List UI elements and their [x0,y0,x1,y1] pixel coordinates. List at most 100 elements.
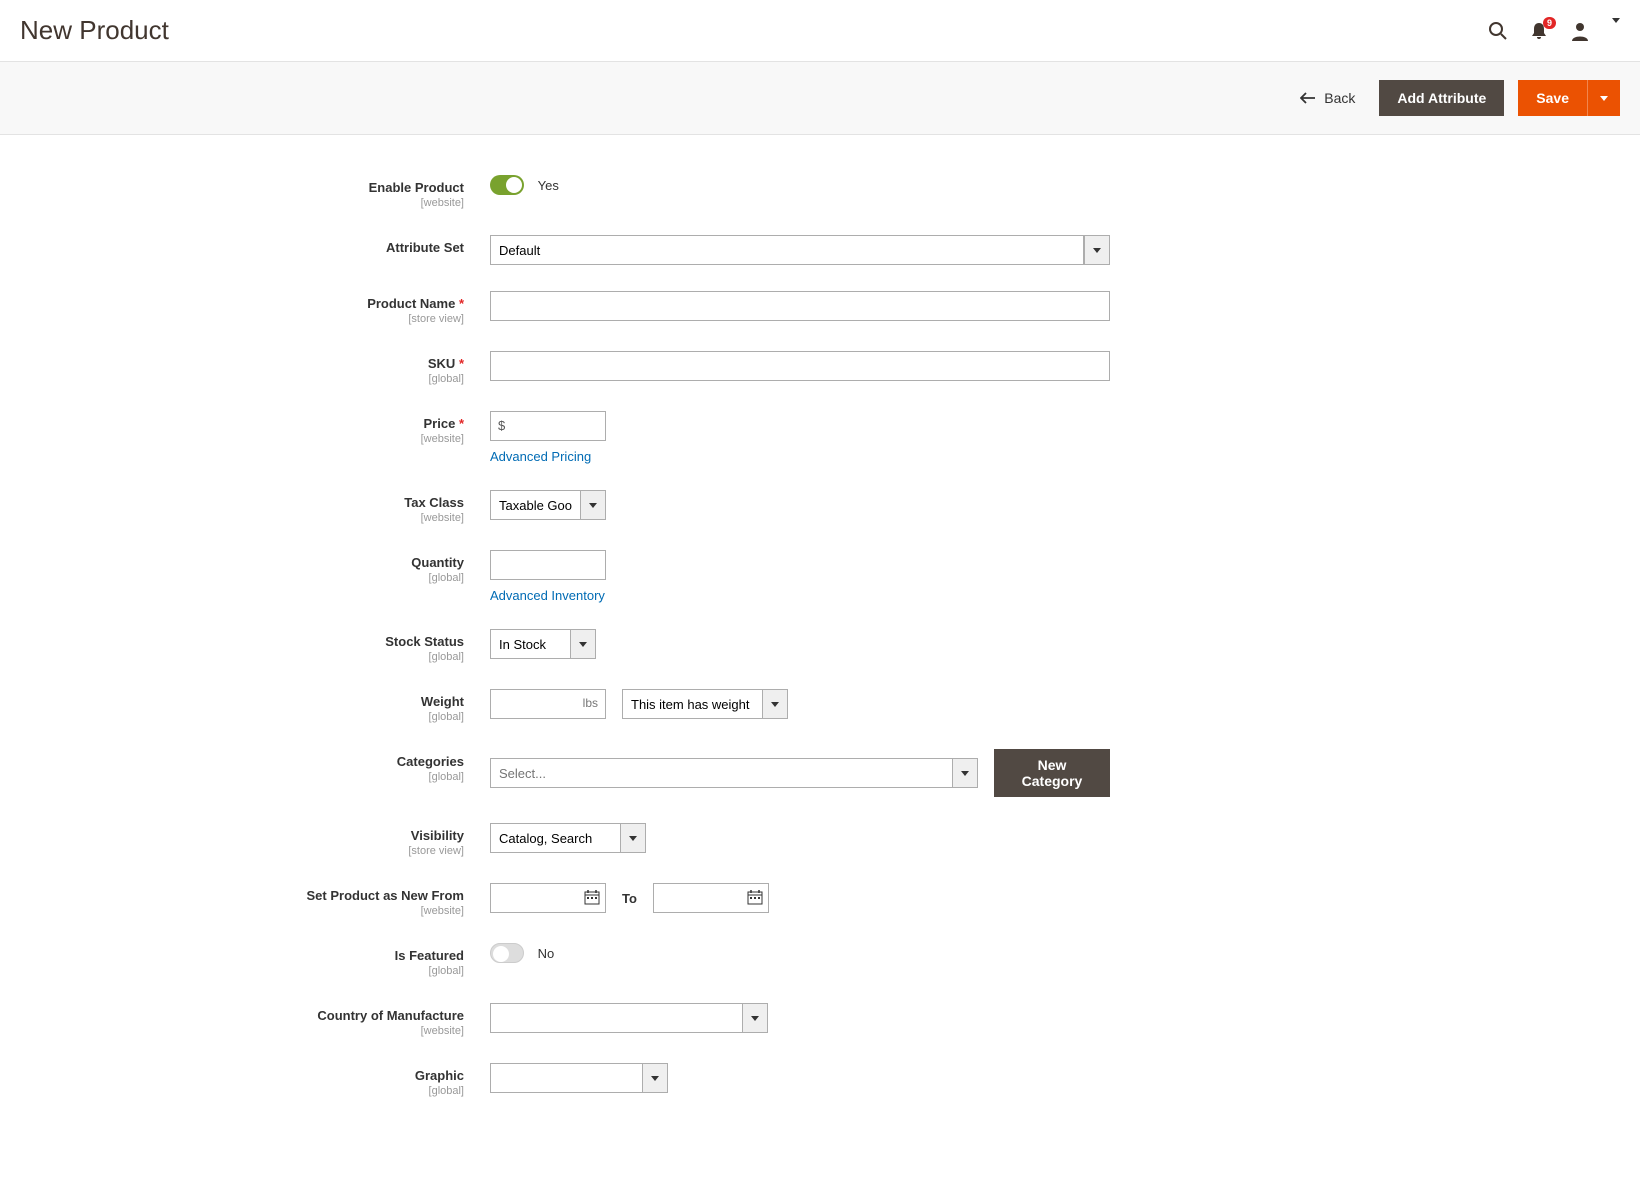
advanced-pricing-link[interactable]: Advanced Pricing [490,449,1110,464]
select-attribute-set[interactable] [490,235,1110,265]
label-tax-class: Tax Class [404,495,464,510]
scope-graphic: [global] [190,1085,464,1097]
scope-price: [website] [190,433,464,445]
toggle-enable-product[interactable] [490,175,524,195]
add-attribute-button[interactable]: Add Attribute [1379,80,1504,116]
chevron-down-icon [952,758,978,788]
sku-input[interactable] [490,351,1110,381]
row-attribute-set: Attribute Set [190,235,1110,265]
chevron-down-icon [620,823,646,853]
country-value[interactable] [490,1003,742,1033]
toggle-is-featured[interactable] [490,943,524,963]
select-tax-class[interactable] [490,490,1110,520]
row-quantity: Quantity [global] Advanced Inventory [190,550,1110,603]
scope-visibility: [store view] [190,845,464,857]
scope-is-featured: [global] [190,965,464,977]
scope-new-from: [website] [190,905,464,917]
label-new-from: Set Product as New From [307,888,464,903]
row-tax-class: Tax Class [website] [190,490,1110,524]
action-toolbar: Back Add Attribute Save [0,61,1640,135]
account-icon[interactable] [1570,21,1590,41]
chevron-down-icon [1084,235,1110,265]
chevron-down-icon [762,689,788,719]
chevron-down-icon [742,1003,768,1033]
arrow-left-icon [1300,92,1316,104]
row-enable-product: Enable Product [website] Yes [190,175,1110,209]
row-sku: SKU [global] [190,351,1110,385]
scope-sku: [global] [190,373,464,385]
toggle-is-featured-value: No [538,946,555,961]
notification-badge: 9 [1543,17,1556,29]
row-weight: Weight [global] lbs [190,689,1110,723]
label-weight: Weight [421,694,464,709]
weight-unit: lbs [583,696,598,710]
visibility-value[interactable] [490,823,620,853]
scope-product-name: [store view] [190,313,464,325]
quantity-input[interactable] [490,550,606,580]
back-button[interactable]: Back [1300,90,1355,106]
header-actions: 9 [1488,21,1620,41]
attribute-set-value[interactable] [490,235,1084,265]
stock-status-value[interactable] [490,629,570,659]
label-attribute-set: Attribute Set [386,240,464,255]
page-header: New Product 9 [0,0,1640,61]
search-icon[interactable] [1488,21,1508,41]
categories-value[interactable] [490,758,952,788]
label-enable-product: Enable Product [369,180,464,195]
scope-country: [website] [190,1025,464,1037]
label-graphic: Graphic [415,1068,464,1083]
row-price: Price [website] $ Advanced Pricing [190,411,1110,464]
row-new-from: Set Product as New From [website] To [190,883,1110,917]
account-menu-toggle[interactable] [1612,23,1620,38]
row-stock-status: Stock Status [global] [190,629,1110,663]
select-visibility[interactable] [490,823,1110,853]
graphic-value[interactable] [490,1063,642,1093]
chevron-down-icon [570,629,596,659]
select-stock-status[interactable] [490,629,1110,659]
has-weight-value[interactable] [622,689,762,719]
scope-stock-status: [global] [190,651,464,663]
row-product-name: Product Name [store view] [190,291,1110,325]
chevron-down-icon [580,490,606,520]
select-has-weight[interactable] [622,689,788,719]
select-categories[interactable] [490,758,978,788]
notifications-icon[interactable]: 9 [1530,21,1548,41]
back-label: Back [1324,90,1355,106]
label-stock-status: Stock Status [385,634,464,649]
scope-categories: [global] [190,771,464,783]
new-from-input[interactable] [490,883,606,913]
label-categories: Categories [397,754,464,769]
save-button-group: Save [1518,80,1620,116]
label-quantity: Quantity [411,555,464,570]
toggle-enable-product-value: Yes [538,178,559,193]
page-title: New Product [20,15,169,46]
save-button[interactable]: Save [1518,80,1587,116]
label-product-name: Product Name [367,296,464,311]
chevron-down-icon [642,1063,668,1093]
tax-class-value[interactable] [490,490,580,520]
label-price: Price [424,416,464,431]
label-is-featured: Is Featured [395,948,464,963]
row-is-featured: Is Featured [global] No [190,943,1110,977]
price-input[interactable] [490,411,606,441]
row-country: Country of Manufacture [website] [190,1003,1110,1037]
to-label: To [622,891,637,906]
advanced-inventory-link[interactable]: Advanced Inventory [490,588,1110,603]
select-country[interactable] [490,1003,1110,1033]
new-category-button[interactable]: New Category [994,749,1110,797]
save-dropdown-toggle[interactable] [1587,80,1620,116]
scope-enable-product: [website] [190,197,464,209]
row-categories: Categories [global] New Category [190,749,1110,797]
product-name-input[interactable] [490,291,1110,321]
new-to-input[interactable] [653,883,769,913]
scope-tax-class: [website] [190,512,464,524]
price-currency: $ [498,418,505,433]
product-form: Enable Product [website] Yes Attribute S… [170,175,1130,1097]
label-visibility: Visibility [411,828,464,843]
scope-weight: [global] [190,711,464,723]
row-visibility: Visibility [store view] [190,823,1110,857]
row-graphic: Graphic [global] [190,1063,1110,1097]
select-graphic[interactable] [490,1063,1110,1093]
scope-quantity: [global] [190,572,464,584]
label-country: Country of Manufacture [317,1008,464,1023]
